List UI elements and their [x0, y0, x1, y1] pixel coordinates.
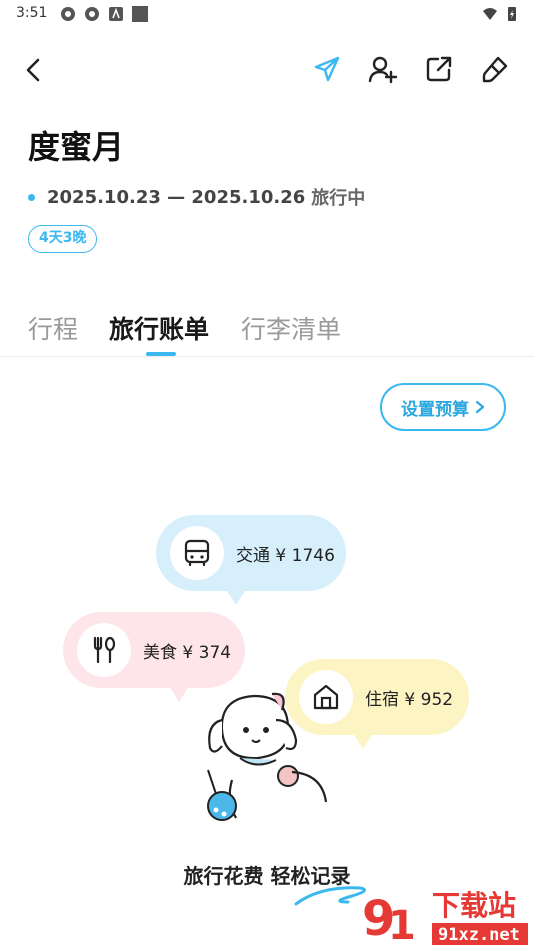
bus-icon: [184, 539, 210, 567]
add-member-icon[interactable]: [368, 54, 398, 84]
bubble-tail: [226, 589, 246, 605]
chevron-right-icon: [475, 400, 485, 414]
expense-lodging-label: 住宿 ¥ 952: [365, 689, 454, 710]
dog-mascot-illustration: [207, 692, 328, 821]
bubble-tail: [169, 686, 189, 702]
svg-text:91xz.net: 91xz.net: [438, 925, 520, 945]
back-icon[interactable]: [20, 56, 48, 84]
set-budget-label: 设置预算: [401, 399, 469, 420]
trip-status: 旅行中: [311, 188, 366, 209]
tab-indicator: [146, 352, 176, 356]
expense-food-label: 美食 ¥ 374: [143, 642, 232, 663]
icon-circle: [77, 623, 131, 677]
send-icon[interactable]: [312, 54, 342, 84]
app-notification-icon: [61, 7, 75, 21]
notification-icons: [60, 6, 148, 22]
fork-spoon-icon: [93, 636, 116, 664]
expense-bubble-transport: 交通 ¥ 1746: [156, 515, 346, 605]
tab-bar: 行程 旅行账单 行李清单: [0, 300, 534, 357]
nav-actions: [312, 54, 510, 84]
expense-transport-label: 交通 ¥ 1746: [236, 545, 335, 566]
square-notification-icon: [132, 6, 148, 22]
set-budget-button[interactable]: 设置预算: [380, 383, 506, 431]
text-notification-icon: [109, 7, 123, 21]
wifi-icon: [483, 8, 497, 20]
svg-text:1: 1: [388, 903, 416, 947]
svg-text:下载站: 下载站: [432, 889, 516, 922]
trip-title: 度蜜月: [28, 128, 125, 166]
tab-packing-list[interactable]: 行李清单: [241, 310, 341, 346]
trip-date-range: 2025.10.23 — 2025.10.26: [47, 186, 306, 208]
icon-circle: [170, 526, 224, 580]
status-bar: 3:51: [0, 0, 534, 28]
edit-icon[interactable]: [480, 54, 510, 84]
expense-bubble-food: 美食 ¥ 374: [63, 612, 245, 702]
site-watermark-logo: 9 1 下载站 91xz.net: [362, 889, 528, 947]
duration-badge: 4天3晚: [28, 225, 98, 253]
status-dot: [28, 193, 35, 201]
app-notification-icon: [85, 7, 99, 21]
share-icon[interactable]: [424, 54, 454, 84]
trip-date-row: 2025.10.23 — 2025.10.26 旅行中: [28, 184, 365, 210]
tab-travel-bill[interactable]: 旅行账单: [109, 310, 209, 346]
battery-icon: [508, 7, 516, 21]
top-nav: [0, 48, 534, 94]
status-time: 3:51: [16, 5, 48, 21]
tab-itinerary[interactable]: 行程: [28, 310, 78, 346]
system-status-icons: [482, 6, 520, 22]
bubble-tail: [353, 733, 373, 749]
